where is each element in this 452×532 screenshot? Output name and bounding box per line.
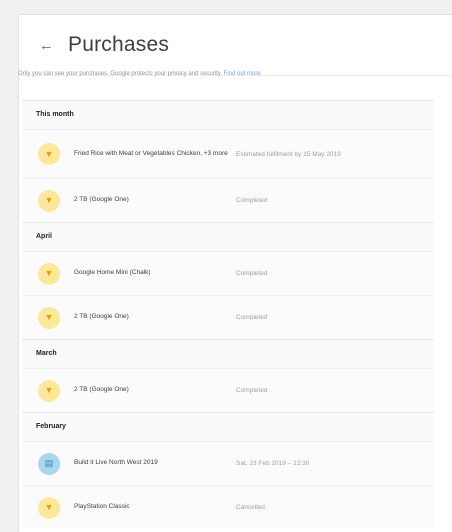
receipt-icon: ▼ (38, 496, 60, 519)
purchase-row[interactable]: ▼ Google Home Mini (Chalk) Completed (22, 251, 434, 295)
ticket-icon: ▤ (38, 452, 60, 475)
receipt-icon-glyph: ▼ (44, 385, 54, 395)
purchase-title: Build it Live North West 2019 (74, 459, 158, 467)
month-section: April ▼ Google Home Mini (Chalk) Completed ▼… (22, 222, 434, 339)
receipt-icon-glyph: ▼ (44, 268, 54, 278)
purchase-title: 2 TB (Google One) (74, 386, 129, 394)
receipt-icon: ▼ (38, 262, 60, 285)
purchase-status: Sat, 23 Feb 2019 – 12:30 (236, 460, 310, 467)
receipt-icon-glyph: ▼ (44, 312, 54, 322)
purchase-row[interactable]: ▼ Fried Rice with Meat or Vegetables Chic… (22, 129, 434, 178)
purchase-title: 2 TB (Google One) (74, 313, 129, 321)
purchase-row[interactable]: ▼ 2 TB (Google One) Completed (22, 295, 434, 339)
receipt-icon: ▼ (38, 143, 60, 165)
page-header: ← Purchases (19, 15, 452, 76)
receipt-icon-glyph: ▼ (44, 148, 54, 159)
purchase-row[interactable]: ▤ Build it Live North West 2019 Sat, 23 Fe… (22, 441, 434, 485)
receipt-icon: ▼ (38, 306, 60, 329)
purchase-row[interactable]: ▼ 2 TB (Google One) Completed (22, 368, 434, 412)
purchase-status: Completed (236, 197, 268, 204)
privacy-notice-text: Only you can see your purchases. Google … (18, 71, 222, 77)
purchase-row[interactable]: ▼ 2 TB (Google One) Completed (22, 178, 434, 222)
purchase-title: Google Home Mini (Chalk) (74, 269, 151, 277)
purchase-status: Estimated fulfilment by 15 May 2019 (236, 150, 341, 158)
purchase-list: This month ▼ Fried Rice with Meat or Veget… (22, 100, 434, 529)
purchase-status: Completed (236, 314, 268, 321)
month-heading: April (36, 233, 52, 240)
find-out-more-link[interactable]: Find out more (224, 71, 261, 77)
month-section: March ▼ 2 TB (Google One) Completed (22, 339, 434, 412)
month-heading: February (36, 423, 66, 430)
purchase-status: Completed (236, 270, 268, 277)
receipt-icon-glyph: ▼ (44, 195, 54, 205)
receipt-icon: ▼ (38, 379, 60, 402)
ticket-icon-glyph: ▤ (44, 458, 54, 468)
purchase-title: Fried Rice with Meat or Vegetables Chick… (74, 149, 228, 157)
purchase-status: Completed (236, 387, 268, 394)
purchase-title: PlayStation Classic (74, 503, 130, 511)
privacy-notice: Only you can see your purchases. Google … (18, 71, 261, 77)
month-heading: March (36, 350, 57, 357)
month-section: This month ▼ Fried Rice with Meat or Veget… (22, 100, 434, 222)
month-heading: This month (36, 111, 74, 118)
arrow-left-icon[interactable]: ← (39, 37, 54, 54)
page-title: Purchases (68, 33, 170, 56)
receipt-icon: ▼ (38, 189, 60, 212)
purchase-row[interactable]: ▼ PlayStation Classic Cancelled (22, 485, 434, 529)
receipt-icon-glyph: ▼ (44, 502, 54, 512)
month-section: February ▤ Build it Live North West 2019 Sa… (22, 412, 434, 529)
purchase-title: 2 TB (Google One) (74, 196, 129, 204)
purchase-status: Cancelled (236, 504, 265, 511)
